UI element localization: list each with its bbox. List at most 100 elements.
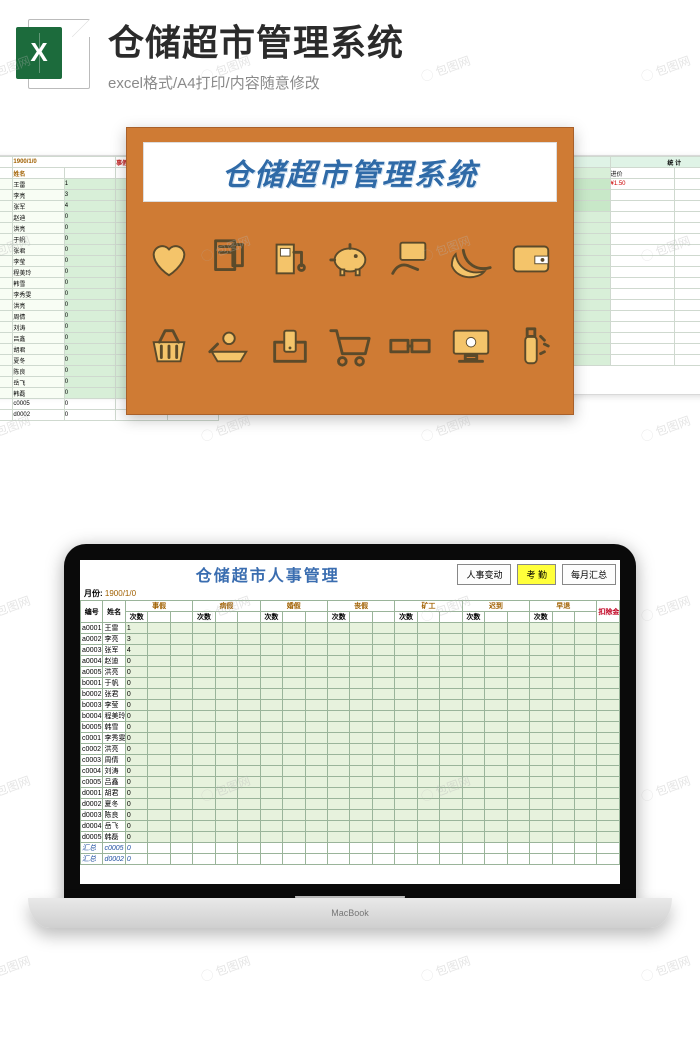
tray-icon xyxy=(206,323,252,369)
btn-attendance[interactable]: 考 勤 xyxy=(517,564,556,585)
cell-val: 4 xyxy=(125,645,147,656)
cell-val: 0 xyxy=(64,278,115,289)
date-value: 1900/1/0 xyxy=(105,589,136,598)
th-group: 迟到 xyxy=(462,601,529,612)
cell-id: c0004 xyxy=(81,766,103,777)
sum-label: 汇总 xyxy=(81,854,103,865)
cell-val: 1 xyxy=(125,623,147,634)
cell-val: 0 xyxy=(125,832,147,843)
cell-name: 韩雪 xyxy=(13,278,64,289)
cell-name: 洪亮 xyxy=(13,223,64,234)
cell-name: 夏冬 xyxy=(103,799,125,810)
table-row: a0005洪亮0 xyxy=(81,667,620,678)
pump-icon xyxy=(267,235,313,281)
table-row: b0003李莹0 xyxy=(81,700,620,711)
cell-name: 刘涛 xyxy=(103,766,125,777)
cell-name: 赵迪 xyxy=(13,212,64,223)
banana-icon xyxy=(448,235,494,281)
btn-personnel[interactable]: 人事变动 xyxy=(457,564,511,585)
cell-id: c0001 xyxy=(0,289,13,300)
card-hand-icon xyxy=(387,235,433,281)
cell-name: 李亮 xyxy=(103,634,125,645)
cell-name: 洪亮 xyxy=(103,667,125,678)
cell-id: c0002 xyxy=(81,744,103,755)
cell-id: c0003 xyxy=(0,311,13,322)
th-group: 婚假 xyxy=(260,601,327,612)
cell-val: 0 xyxy=(125,821,147,832)
cell-name: 洪亮 xyxy=(103,744,125,755)
cell-val: 3 xyxy=(64,190,115,201)
cell-name: 张君 xyxy=(103,689,125,700)
cell-val: 1 xyxy=(64,179,115,190)
table-sum-row: 汇总c00050 xyxy=(81,843,620,854)
cell-id: b0003 xyxy=(0,256,13,267)
col-header: 统 计 xyxy=(610,157,700,168)
cell-name: 张君 xyxy=(13,245,64,256)
table-row: c0002洪亮0 xyxy=(81,744,620,755)
cell-val: 0 xyxy=(125,689,147,700)
table-row: a0003张军4 xyxy=(81,645,620,656)
cell-val: 0 xyxy=(64,366,115,377)
cell-val: 0 xyxy=(64,322,115,333)
cell-id: c0005 xyxy=(81,777,103,788)
cell-val: 0 xyxy=(64,311,115,322)
cell-val: 0 xyxy=(64,355,115,366)
th-sub: 次数 xyxy=(327,612,349,623)
th-sub: 次数 xyxy=(462,612,484,623)
wallet-icon xyxy=(508,235,554,281)
cell-id: b0005 xyxy=(81,722,103,733)
table-sum-row: 汇总d00020 xyxy=(81,854,620,865)
cell-id: d0003 xyxy=(81,810,103,821)
cell-name: 王雷 xyxy=(103,623,125,634)
btn-monthly-summary[interactable]: 每月汇总 xyxy=(562,564,616,585)
cell-id: d0001 xyxy=(0,344,13,355)
sum-label: 汇总 xyxy=(0,399,13,410)
cell-name: 王雷 xyxy=(13,179,64,190)
table-row: d0001胡君0 xyxy=(81,788,620,799)
table-row: b0004程美玲0 xyxy=(81,711,620,722)
laptop-screen-content: 仓储超市人事管理 人事变动 考 勤 每月汇总 月份: 1900/1/0 编号姓名… xyxy=(80,560,620,884)
cell-name: 李秀雯 xyxy=(13,289,64,300)
cell-name: 李莹 xyxy=(13,256,64,267)
cell-id: d0003 xyxy=(0,366,13,377)
preview-stack: 月份:1900/1/0事假编号姓名a0001王雷1a0002李亮3a0003张军… xyxy=(0,115,700,445)
cell-id: d0005 xyxy=(81,832,103,843)
cell-id: b0001 xyxy=(81,678,103,689)
cell-name: 陈良 xyxy=(103,810,125,821)
cell-id: d0004 xyxy=(81,821,103,832)
cell-name: 周倩 xyxy=(103,755,125,766)
cell-val: 0 xyxy=(125,799,147,810)
cell-val: 0 xyxy=(125,700,147,711)
cell-name: 韩雪 xyxy=(103,722,125,733)
cell-val: 0 xyxy=(64,234,115,245)
cell-val: 0 xyxy=(64,289,115,300)
cell-id: b0002 xyxy=(81,689,103,700)
center-card-title: 仓储超市管理系统 xyxy=(143,142,557,202)
th-sub: 次数 xyxy=(260,612,282,623)
table-row: a0004赵迪0 xyxy=(81,656,620,667)
cell-val: 0 xyxy=(64,300,115,311)
cell-val: 0 xyxy=(125,777,147,788)
preview-center-card: 仓储超市管理系统 xyxy=(126,127,574,415)
cell-id: b0004 xyxy=(0,267,13,278)
sum-label: 汇总 xyxy=(81,843,103,854)
cell-id: a0002 xyxy=(81,634,103,645)
cell-id: a0001 xyxy=(81,623,103,634)
cart-icon xyxy=(327,323,373,369)
sum-label: 汇总 xyxy=(0,410,13,421)
th-group: 矿工 xyxy=(395,601,462,612)
piggy-icon xyxy=(327,235,373,281)
cell-id: d0002 xyxy=(81,799,103,810)
cell-name: 赵迪 xyxy=(103,656,125,667)
th-group: 早退 xyxy=(530,601,597,612)
cell-id: a0004 xyxy=(81,656,103,667)
cell-name: 岳飞 xyxy=(13,377,64,388)
cell-id: a0004 xyxy=(0,212,13,223)
cell-name: 于帆 xyxy=(13,234,64,245)
cell-name: 吕鑫 xyxy=(103,777,125,788)
cell-name: 夏冬 xyxy=(13,355,64,366)
cell-name: 韩磊 xyxy=(13,388,64,399)
cell-name: 李莹 xyxy=(103,700,125,711)
cell-name: 韩磊 xyxy=(103,832,125,843)
scanner-icon xyxy=(206,235,252,281)
